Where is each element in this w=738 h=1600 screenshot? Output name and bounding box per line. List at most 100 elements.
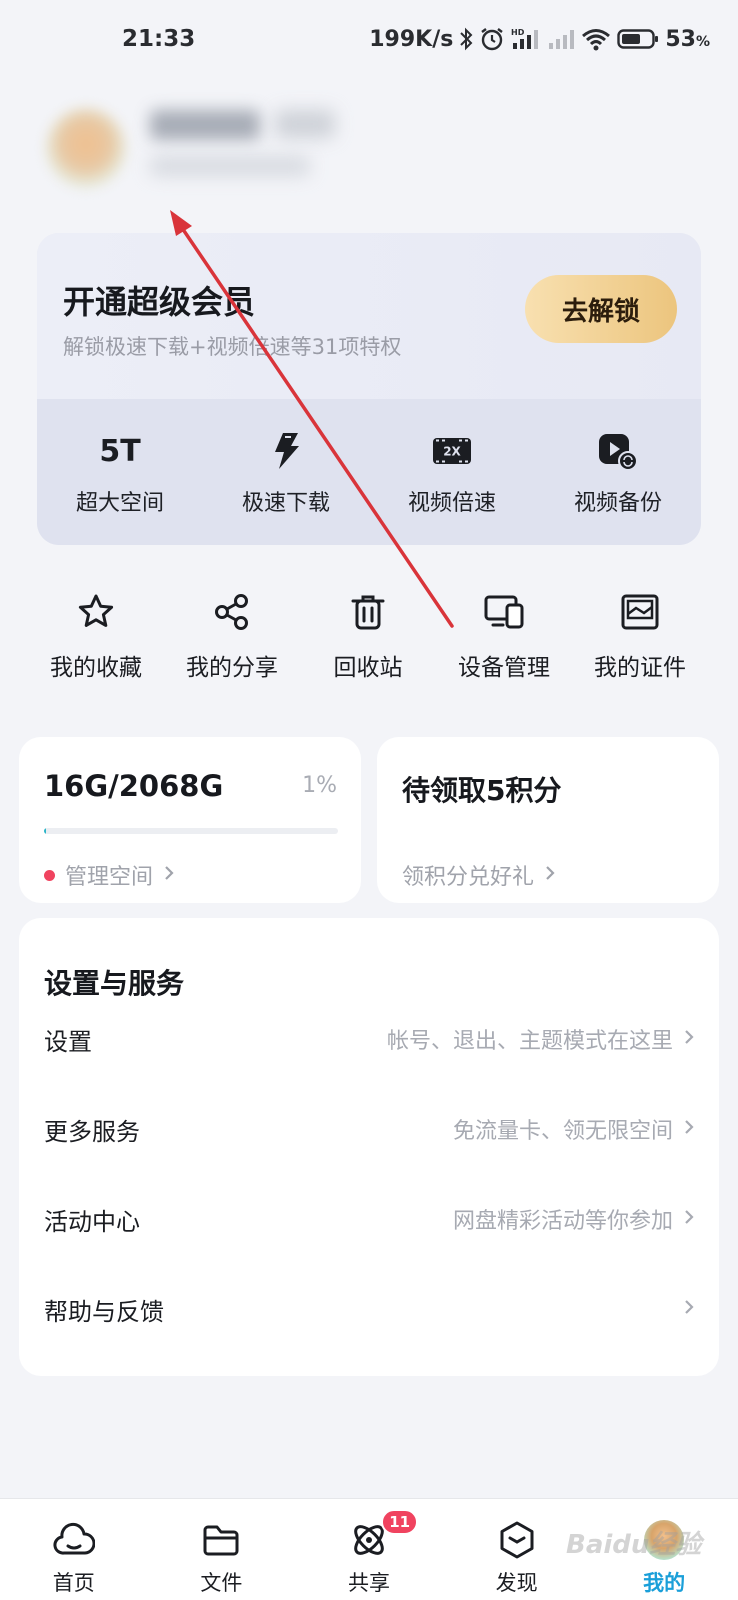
cloud-icon	[53, 1519, 95, 1561]
status-time: 21:33	[122, 26, 196, 52]
manage-space-label: 管理空间	[65, 865, 154, 890]
vip-feature-download[interactable]: 极速下载	[203, 399, 369, 545]
settings-row-help-feedback[interactable]: 帮助与反馈	[19, 1274, 719, 1344]
vip-features: 5T 超大空间 极速下载 2X 视频倍速 视频备份	[37, 399, 701, 545]
manage-space-link[interactable]: 管理空间	[44, 859, 175, 891]
nav-label: 发现	[495, 1571, 538, 1595]
points-link-label: 领积分兑好礼	[402, 865, 535, 890]
vip-feature-label: 视频倍速	[407, 491, 496, 516]
vip-title: 开通超级会员	[63, 283, 256, 321]
settings-row-label: 设置	[44, 1027, 92, 1056]
points-redeem-link[interactable]: 领积分兑好礼	[402, 859, 556, 891]
hd-signal-icon: HD	[511, 27, 541, 51]
profile-level-blurred	[275, 110, 335, 138]
storage-percent: 1%	[302, 773, 337, 798]
battery-percent-value: 53	[665, 26, 696, 52]
chevron-right-icon	[683, 1118, 695, 1140]
status-indicators: 199K/s HD 53%	[369, 26, 710, 52]
unlock-button[interactable]: 去解锁	[525, 275, 677, 343]
battery-percent-unit: %	[695, 33, 710, 50]
mascot-avatar	[644, 1519, 685, 1561]
battery-icon	[617, 27, 659, 51]
settings-row-settings[interactable]: 设置 帐号、退出、主题模式在这里	[19, 1004, 719, 1074]
alarm-icon	[479, 26, 505, 52]
nav-mine[interactable]: 我的	[590, 1499, 738, 1600]
settings-row-hint: 帐号、退出、主题模式在这里	[386, 1029, 673, 1054]
video-backup-icon	[597, 429, 639, 473]
vip-feature-speed[interactable]: 2X 视频倍速	[369, 399, 535, 545]
quick-recycle-bin[interactable]: 回收站	[300, 590, 436, 690]
trash-icon	[348, 590, 388, 634]
profile-sub-blurred	[150, 156, 310, 176]
cube-icon	[497, 1519, 537, 1561]
chevron-right-icon	[683, 1298, 695, 1320]
storage-card[interactable]: 16G/2068G 1% 管理空间	[19, 737, 361, 903]
share-badge: 11	[381, 1509, 419, 1535]
lightning-icon	[271, 429, 301, 473]
5t-storage-icon: 5T	[99, 433, 141, 469]
quick-shares[interactable]: 我的分享	[164, 590, 300, 690]
settings-row-hint: 免流量卡、领无限空间	[452, 1119, 673, 1144]
quick-label: 我的证件	[594, 655, 686, 681]
quick-label: 我的分享	[186, 655, 278, 681]
storage-progress-fill	[44, 828, 47, 834]
points-card[interactable]: 待领取5积分 领积分兑好礼	[377, 737, 719, 903]
profile-name-blurred	[150, 110, 260, 140]
bluetooth-icon	[459, 27, 473, 51]
chevron-right-icon	[544, 863, 556, 888]
storage-progress-bar	[44, 828, 338, 834]
storage-usage: 16G/2068G	[44, 769, 224, 803]
nav-discover[interactable]: 发现	[443, 1499, 591, 1600]
signal-icon	[547, 27, 575, 51]
battery-percent: 53%	[665, 27, 710, 52]
vip-feature-label: 极速下载	[241, 491, 330, 516]
vip-subtitle: 解锁极速下载+视频倍速等31项特权	[63, 335, 402, 359]
quick-label: 回收站	[333, 655, 403, 681]
settings-row-activity-center[interactable]: 活动中心 网盘精彩活动等你参加	[19, 1184, 719, 1254]
settings-card: 设置与服务 设置 帐号、退出、主题模式在这里 更多服务 免流量卡、领无限空间 活…	[19, 918, 719, 1376]
quick-documents[interactable]: 我的证件	[572, 590, 708, 690]
profile-header[interactable]	[40, 96, 380, 206]
star-icon	[76, 590, 116, 634]
status-bar: 21:33 199K/s HD 53%	[0, 0, 738, 84]
quick-device-management[interactable]: 设备管理	[436, 590, 572, 690]
settings-row-more-services[interactable]: 更多服务 免流量卡、领无限空间	[19, 1094, 719, 1164]
share-icon	[212, 590, 252, 634]
chevron-right-icon	[683, 1028, 695, 1050]
devices-icon	[483, 590, 525, 634]
nav-label: 我的	[643, 1571, 686, 1595]
nav-label: 首页	[52, 1571, 95, 1595]
svg-text:2X: 2X	[443, 445, 461, 459]
settings-row-hint: 网盘精彩活动等你参加	[452, 1209, 673, 1234]
chevron-right-icon	[163, 863, 175, 888]
mascot-icon	[644, 1520, 685, 1560]
svg-text:HD: HD	[511, 28, 525, 37]
quick-favorites[interactable]: 我的收藏	[28, 590, 164, 690]
wifi-icon	[581, 27, 611, 51]
nav-home[interactable]: 首页	[0, 1499, 148, 1600]
vip-feature-label: 视频备份	[573, 491, 662, 516]
vip-feature-storage[interactable]: 5T 超大空间	[37, 399, 203, 545]
settings-row-label: 帮助与反馈	[44, 1297, 164, 1326]
id-card-icon	[620, 590, 660, 634]
avatar[interactable]	[46, 108, 126, 188]
nav-label: 共享	[347, 1571, 390, 1595]
quick-label: 我的收藏	[50, 655, 142, 681]
nav-label: 文件	[200, 1571, 243, 1595]
settings-row-label: 活动中心	[44, 1207, 140, 1236]
2x-speed-icon: 2X	[432, 429, 472, 473]
nav-files[interactable]: 文件	[148, 1499, 296, 1600]
vip-feature-backup[interactable]: 视频备份	[535, 399, 701, 545]
settings-title: 设置与服务	[44, 967, 185, 1000]
notification-dot	[44, 869, 55, 881]
bottom-nav: 首页 文件 11 共享 发现 我的	[0, 1498, 738, 1600]
vip-feature-label: 超大空间	[75, 491, 164, 516]
vip-card[interactable]: 开通超级会员 解锁极速下载+视频倍速等31项特权 去解锁 5T 超大空间 极速下…	[37, 233, 701, 545]
quick-actions: 我的收藏 我的分享 回收站 设备管理 我的证件	[28, 590, 708, 690]
folder-icon	[201, 1519, 241, 1561]
nav-share[interactable]: 11 共享	[295, 1499, 443, 1600]
quick-label: 设备管理	[458, 655, 550, 681]
points-title: 待领取5积分	[402, 774, 562, 807]
network-speed: 199K/s	[369, 26, 454, 52]
chevron-right-icon	[683, 1208, 695, 1230]
